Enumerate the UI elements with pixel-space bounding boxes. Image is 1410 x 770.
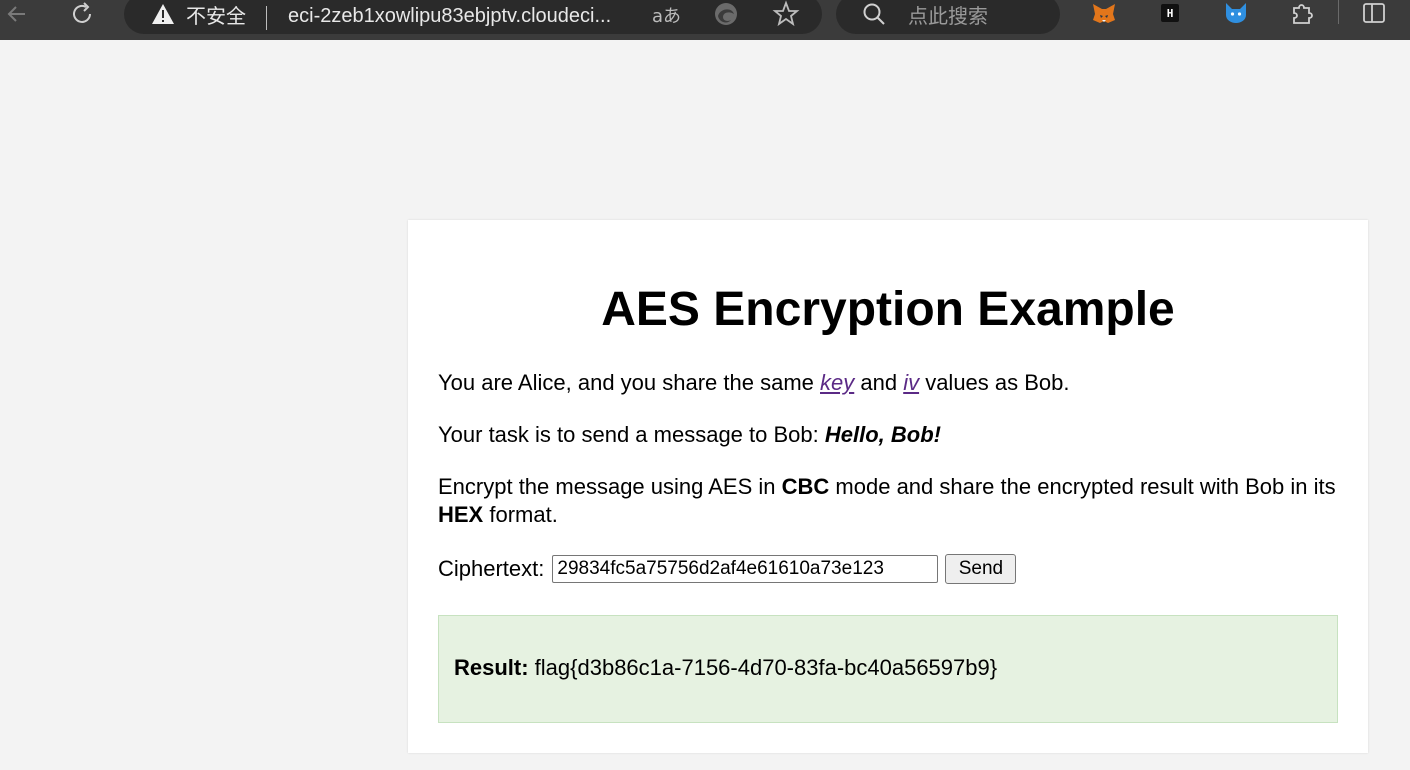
search-icon[interactable] — [860, 0, 888, 28]
browser-toolbar: 不安全 eci-2zeb1xowlipu83ebjptv.cloudeci...… — [0, 0, 1410, 40]
ciphertext-input[interactable] — [552, 555, 939, 583]
extensions-icon[interactable] — [1288, 0, 1316, 26]
search-box[interactable]: 点此搜索 — [836, 0, 1060, 34]
target-message: Hello, Bob! — [824, 422, 941, 447]
result-box: Result: flag{d3b86c1a-7156-4d70-83fa-bc4… — [438, 615, 1338, 723]
fox-extension-icon[interactable] — [1222, 0, 1250, 26]
intro-text-end: values as Bob. — [919, 370, 1070, 395]
key-link[interactable]: key — [820, 370, 854, 395]
star-icon[interactable] — [772, 0, 800, 28]
format-label: HEX — [438, 502, 484, 527]
instruction-paragraph: Encrypt the message using AES in CBC mod… — [438, 473, 1338, 529]
instruction-text-start: Encrypt the message using AES in — [438, 474, 782, 499]
instruction-text-mid: mode and share the encrypted result with… — [829, 474, 1336, 499]
intro-text-start: You are Alice, and you share the same — [438, 370, 820, 395]
mode-label: CBC — [781, 474, 830, 499]
url-text[interactable]: eci-2zeb1xowlipu83ebjptv.cloudeci... — [288, 4, 611, 28]
warning-icon[interactable] — [150, 0, 176, 28]
result-flag: flag{d3b86c1a-7156-4d70-83fa-bc40a56597b… — [528, 655, 998, 680]
back-icon[interactable] — [2, 0, 32, 28]
ciphertext-form: Ciphertext: Send — [438, 553, 1017, 585]
task-text: Your task is to send a message to Bob: — [438, 422, 825, 447]
result-label: Result: — [454, 655, 529, 680]
result-line: Result: flag{d3b86c1a-7156-4d70-83fa-bc4… — [454, 654, 997, 682]
page-title: AES Encryption Example — [601, 283, 1175, 336]
reload-icon[interactable] — [66, 0, 98, 28]
split-screen-icon[interactable] — [1360, 0, 1388, 26]
intro-paragraph: You are Alice, and you share the same ke… — [438, 369, 1070, 397]
svg-text:H: H — [1167, 7, 1174, 20]
translate-icon[interactable]: aあ — [652, 2, 681, 28]
hackbar-icon[interactable]: H — [1156, 0, 1184, 26]
not-secure-label[interactable]: 不安全 — [186, 4, 246, 28]
task-paragraph: Your task is to send a message to Bob: H… — [438, 421, 941, 449]
send-button[interactable]: Send — [945, 554, 1017, 584]
edge-icon[interactable] — [712, 0, 740, 28]
iv-link[interactable]: iv — [903, 370, 919, 395]
toolbar-divider — [1338, 0, 1339, 24]
address-bar[interactable]: 不安全 eci-2zeb1xowlipu83ebjptv.cloudeci...… — [124, 0, 822, 34]
instruction-text-end: format. — [483, 502, 558, 527]
address-divider — [266, 6, 267, 30]
metamask-icon[interactable] — [1090, 0, 1118, 26]
search-placeholder[interactable]: 点此搜索 — [908, 4, 988, 28]
intro-text-mid: and — [854, 370, 904, 395]
ciphertext-label: Ciphertext: — [438, 556, 545, 581]
